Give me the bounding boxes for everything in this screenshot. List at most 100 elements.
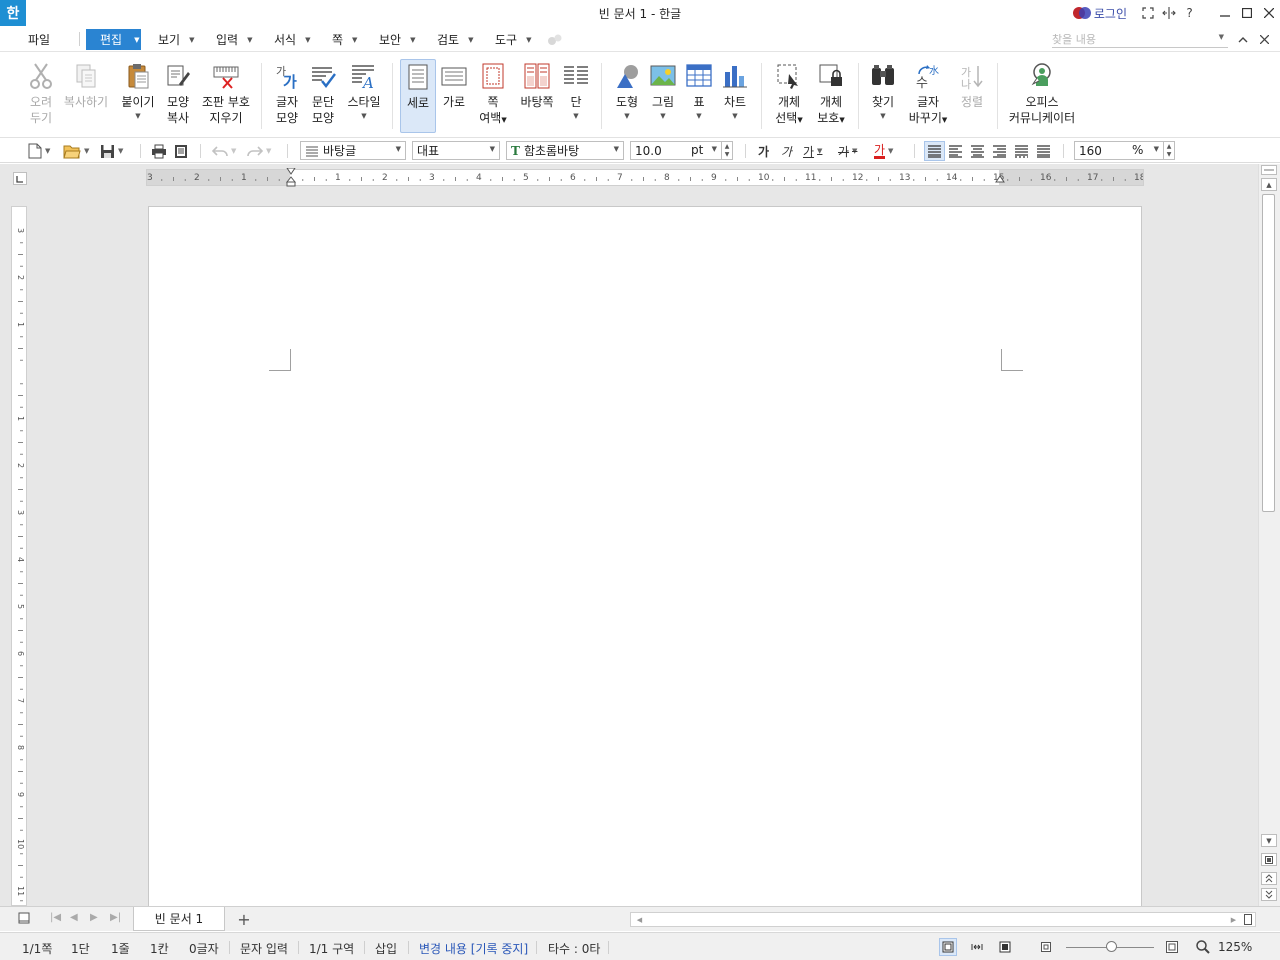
search-field[interactable]: ▼ [1052, 31, 1228, 48]
page-margin-button[interactable]: 쪽 여백▼ [474, 59, 512, 133]
chevron-down-icon[interactable]: ▼ [1219, 33, 1224, 41]
down-arrow-icon[interactable]: ▼ [725, 151, 730, 159]
replace-button[interactable]: 수水 글자 바꾸기▼ [906, 59, 950, 133]
italic-button[interactable]: 가 [781, 141, 792, 161]
preview-button[interactable] [174, 141, 188, 161]
next-tab-icon[interactable]: ▶ [90, 912, 98, 923]
menu-review[interactable]: 검토 ▼ [437, 30, 473, 49]
status-zoom[interactable]: 125% [1218, 940, 1252, 954]
divide-button[interactable] [1036, 141, 1051, 161]
portrait-button[interactable]: 세로 [400, 59, 436, 133]
table-button[interactable]: 표 ▼ [682, 59, 716, 133]
zoom-slider-knob[interactable] [1106, 941, 1117, 952]
addon-icon[interactable] [547, 30, 563, 49]
login-link[interactable]: 로그인 [1094, 5, 1127, 22]
vertical-ruler[interactable]: 3 2 1 1 2 3 4 5 6 7 8 9 10 11 [11, 206, 27, 906]
page-layout-view-icon[interactable] [939, 938, 957, 956]
paste-button[interactable]: 붙이기 ▼ [118, 59, 158, 133]
language-select[interactable]: 대표 ▼ [412, 141, 500, 160]
zoom-in-icon[interactable] [1163, 938, 1181, 956]
help-icon[interactable]: ? [1179, 0, 1200, 26]
ruler-tab-icon[interactable] [13, 172, 27, 185]
font-size-stepper[interactable]: ▲ ▼ [722, 141, 733, 160]
save-button[interactable]: ▼ [100, 141, 123, 161]
align-left-button[interactable] [948, 141, 963, 161]
zoom-select[interactable]: 160 % ▼ [1074, 141, 1164, 160]
master-page-button[interactable]: 바탕쪽 [516, 59, 558, 133]
justify-button[interactable] [924, 141, 945, 161]
fit-width-view-icon[interactable] [968, 938, 986, 956]
redo-button[interactable]: ▼ [247, 141, 271, 161]
menu-format[interactable]: 서식 ▼ [274, 30, 310, 49]
prev-tab-icon[interactable]: ◀ [70, 912, 78, 923]
split-horizontal-icon[interactable] [1244, 914, 1252, 925]
horizontal-ruler[interactable]: 321123456789101112131415161718 [146, 167, 1144, 189]
document-page[interactable] [148, 206, 1142, 912]
undo-button[interactable]: ▼ [212, 141, 236, 161]
account-icon[interactable] [1072, 7, 1091, 19]
menu-tools[interactable]: 도구 ▼ [495, 30, 531, 49]
underline-button[interactable]: 가 ▼ [803, 141, 822, 161]
clear-marks-button[interactable]: 조판 부호 지우기 [200, 59, 252, 133]
search-input[interactable] [1052, 31, 1212, 47]
office-communicator-button[interactable]: 오피스 커뮤니케이터 [1006, 59, 1078, 133]
align-center-button[interactable] [970, 141, 985, 161]
horizontal-scrollbar[interactable]: ◀ ▶ [630, 912, 1256, 927]
open-doc-button[interactable]: ▼ [63, 141, 89, 161]
font-select[interactable]: T 함초롬바탕 ▼ [506, 141, 624, 160]
scroll-left-icon[interactable]: ◀ [634, 914, 645, 925]
format-copy-button[interactable]: 모양 복사 [162, 59, 194, 133]
para-shape-button[interactable]: 문단 모양 [306, 59, 340, 133]
full-page-view-icon[interactable] [996, 938, 1014, 956]
indent-marker-icon[interactable] [285, 167, 297, 190]
status-input-mode[interactable]: 문자 입력 [240, 940, 288, 957]
copy-button[interactable]: 복사하기 [62, 59, 110, 133]
find-button[interactable]: 찾기 ▼ [866, 59, 900, 133]
status-insert-mode[interactable]: 삽입 [375, 940, 397, 957]
up-arrow-icon[interactable]: ▲ [1167, 143, 1172, 151]
style-select[interactable]: 바탕글 ▼ [300, 141, 406, 160]
column-button[interactable]: 단 ▼ [562, 59, 590, 133]
font-size-select[interactable]: 10.0 pt ▼ [630, 141, 722, 160]
fullscreen-icon[interactable] [1137, 0, 1158, 26]
minimize-button[interactable] [1214, 0, 1236, 26]
align-right-button[interactable] [992, 141, 1007, 161]
close-button[interactable] [1258, 0, 1280, 26]
scroll-down-icon[interactable]: ▼ [1261, 834, 1277, 847]
up-arrow-icon[interactable]: ▲ [725, 143, 730, 151]
object-select-button[interactable]: 개체 선택▼ [770, 59, 808, 133]
menu-page[interactable]: 쪽 ▼ [332, 30, 357, 49]
menu-insert[interactable]: 입력 ▼ [216, 30, 252, 49]
magnifier-icon[interactable] [1194, 938, 1212, 956]
scroll-up-icon[interactable]: ▲ [1261, 178, 1277, 191]
page-view-icon[interactable] [1261, 853, 1277, 866]
status-page[interactable]: 1/1쪽 [22, 940, 52, 957]
next-page-icon[interactable] [1261, 888, 1277, 901]
sort-button[interactable]: 가나 정렬 [956, 59, 988, 133]
zoom-stepper[interactable]: ▲ ▼ [1164, 141, 1175, 160]
status-track-changes[interactable]: 변경 내용 [기록 중지] [419, 940, 528, 957]
bold-button[interactable]: 가 [758, 141, 769, 161]
resize-width-icon[interactable] [1158, 0, 1179, 26]
char-shape-button[interactable]: 가가 글자 모양 [270, 59, 304, 133]
split-view-icon[interactable] [1261, 165, 1277, 175]
zoom-out-icon[interactable] [1037, 938, 1055, 956]
print-button[interactable] [151, 141, 167, 161]
distribute-button[interactable] [1014, 141, 1029, 161]
right-indent-marker-icon[interactable] [995, 175, 1005, 189]
shape-button[interactable]: 도형 ▼ [610, 59, 644, 133]
collapse-ribbon-icon[interactable] [1235, 30, 1251, 48]
last-tab-icon[interactable]: ▶| [110, 912, 121, 923]
scroll-right-icon[interactable]: ▶ [1228, 914, 1239, 925]
strikethrough-button[interactable]: 가 ▼ [838, 141, 857, 161]
menu-edit[interactable]: 편집 ▼ [86, 29, 141, 50]
menu-file[interactable]: 파일 [28, 30, 50, 49]
tab-document-1[interactable]: 빈 문서 1 [133, 907, 225, 931]
landscape-button[interactable]: 가로 [438, 59, 470, 133]
prev-page-icon[interactable] [1261, 872, 1277, 885]
scrollbar-thumb[interactable] [1262, 194, 1275, 512]
vertical-scrollbar[interactable]: ▲ ▼ [1258, 164, 1280, 906]
close-doc-icon[interactable] [1256, 30, 1272, 48]
chart-button[interactable]: 차트 ▼ [718, 59, 752, 133]
down-arrow-icon[interactable]: ▼ [1167, 151, 1172, 159]
